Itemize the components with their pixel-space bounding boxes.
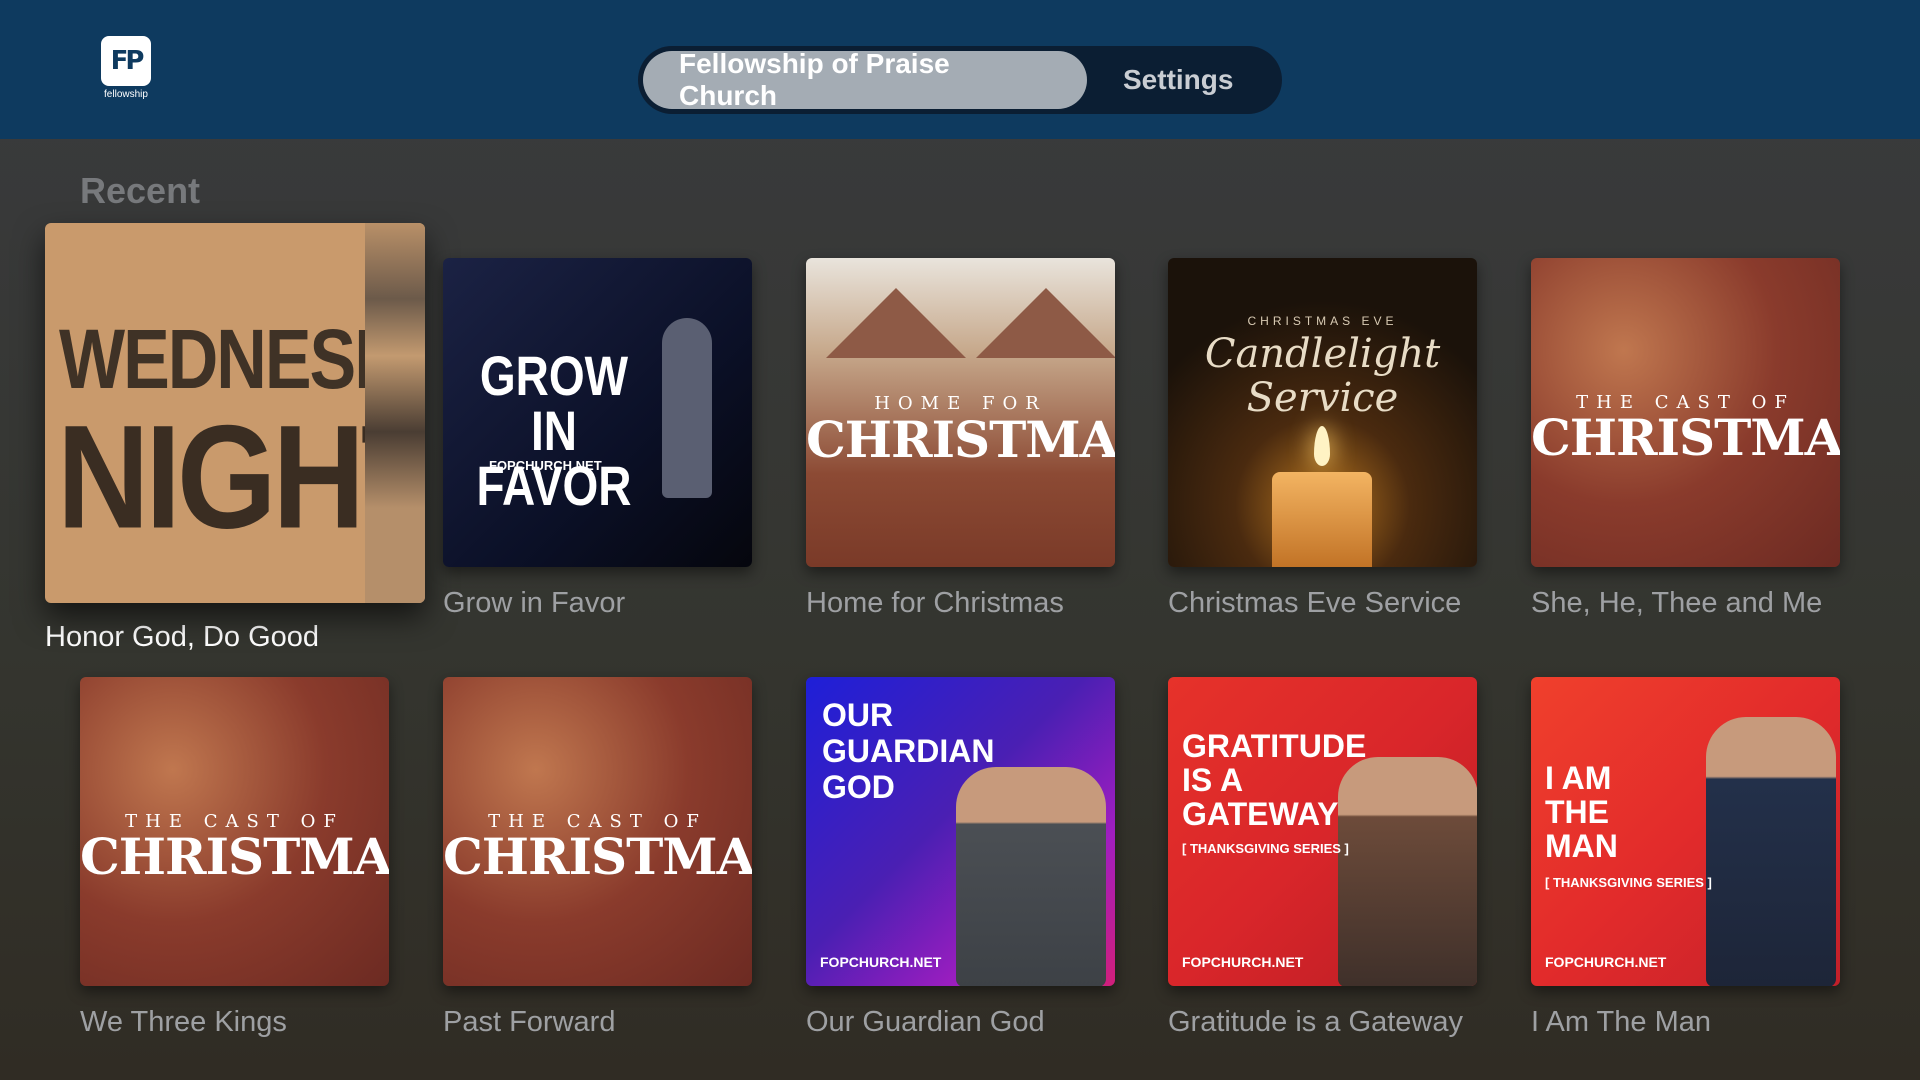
video-tile[interactable]: GROW IN FAVOR FOPCHURCH.NET Grow in Favo… [443,258,752,620]
speaker-photo [956,767,1106,986]
tile-caption: Past Forward [443,1006,616,1038]
artwork-url: FOPCHURCH.NET [1545,954,1667,970]
tile-caption: Christmas Eve Service [1168,587,1462,619]
artwork-series: [ THANKSGIVING SERIES ] [1182,841,1349,856]
video-tile[interactable]: HOME FOR CHRISTMAS Home for Christmas [806,258,1115,620]
tile-artwork: I AM THE MAN [ THANKSGIVING SERIES ] FOP… [1531,677,1840,986]
artwork-title: CHRISTMAS [443,827,752,886]
artwork-title: Candlelight Service [1204,331,1441,421]
tab-fellowship-of-praise-church[interactable]: Fellowship of Praise Church [643,48,1087,111]
artwork-title: I AM THE MAN [1545,760,1618,864]
video-tile[interactable]: CHRISTMAS EVE Candlelight Service Christ… [1168,258,1477,620]
artwork-title: CHRISTMAS [80,827,389,886]
tile-artwork: HOME FOR CHRISTMAS [806,258,1115,567]
video-tile[interactable]: THE CAST OF CHRISTMAS Past Forward [443,677,752,1039]
artwork-title: OUR GUARDIAN GOD [822,697,995,805]
app-logo: FP fellowship [100,36,152,102]
tile-caption: Home for Christmas [806,587,1064,619]
artwork-title: CHRISTMAS [1531,408,1840,467]
artwork-title: GROW IN FAVOR [476,344,632,518]
top-bar: FP fellowship Fellowship of Praise Churc… [0,0,1920,139]
video-tile[interactable]: THE CAST OF CHRISTMAS She, He, Thee and … [1531,258,1840,620]
artwork-series: [ THANKSGIVING SERIES ] [1545,875,1712,890]
tile-artwork: WEDNESDAY NIGHTS [45,223,425,603]
artwork-title: CHRISTMAS [806,410,1115,469]
candle-flame-icon [1314,426,1330,466]
tab-bar: Fellowship of Praise Church Settings [638,46,1282,114]
tile-artwork: THE CAST OF CHRISTMAS [1531,258,1840,567]
artwork-url: FOPCHURCH.NET [1182,954,1304,970]
tile-artwork: THE CAST OF CHRISTMAS [443,677,752,986]
tile-artwork: GROW IN FAVOR FOPCHURCH.NET [443,258,752,567]
tile-caption: She, He, Thee and Me [1531,587,1823,619]
tile-artwork: OUR GUARDIAN GOD FOPCHURCH.NET [806,677,1115,986]
logo-text: fellowship [104,89,148,100]
video-tile[interactable]: WEDNESDAY NIGHTS Honor God, Do Good [45,223,425,654]
tile-artwork: THE CAST OF CHRISTMAS [80,677,389,986]
house-roof-icon [826,288,966,358]
artwork-speaker-figure [662,318,712,498]
tile-caption: I Am The Man [1531,1006,1711,1038]
speaker-photo [1706,717,1836,986]
video-tile[interactable]: OUR GUARDIAN GOD FOPCHURCH.NET Our Guard… [806,677,1115,1039]
tile-artwork: CHRISTMAS EVE Candlelight Service [1168,258,1477,567]
logo-mark-text: FP [110,46,145,76]
tile-caption: Gratitude is a Gateway [1168,1006,1463,1038]
logo-icon: FP [101,36,151,86]
video-tile[interactable]: THE CAST OF CHRISTMAS We Three Kings [80,677,389,1039]
video-tile[interactable]: I AM THE MAN [ THANKSGIVING SERIES ] FOP… [1531,677,1840,1039]
tile-caption: Our Guardian God [806,1006,1045,1038]
tile-caption: Grow in Favor [443,587,626,619]
section-title-recent: Recent [80,170,201,211]
tile-caption: Honor God, Do Good [45,621,320,653]
candle-icon [1272,472,1372,567]
artwork-url: FOPCHURCH.NET [489,458,602,473]
tile-artwork: GRATITUDE IS A GATEWAY [ THANKSGIVING SE… [1168,677,1477,986]
artwork-photo-strip [365,223,425,603]
artwork-title: GRATITUDE IS A GATEWAY [1182,728,1367,832]
artwork-subtitle: CHRISTMAS EVE [1247,314,1398,328]
tile-caption: We Three Kings [80,1006,287,1038]
video-tile[interactable]: GRATITUDE IS A GATEWAY [ THANKSGIVING SE… [1168,677,1477,1039]
house-roof-icon [976,288,1115,358]
tab-settings[interactable]: Settings [1087,51,1269,109]
artwork-url: FOPCHURCH.NET [820,954,942,970]
